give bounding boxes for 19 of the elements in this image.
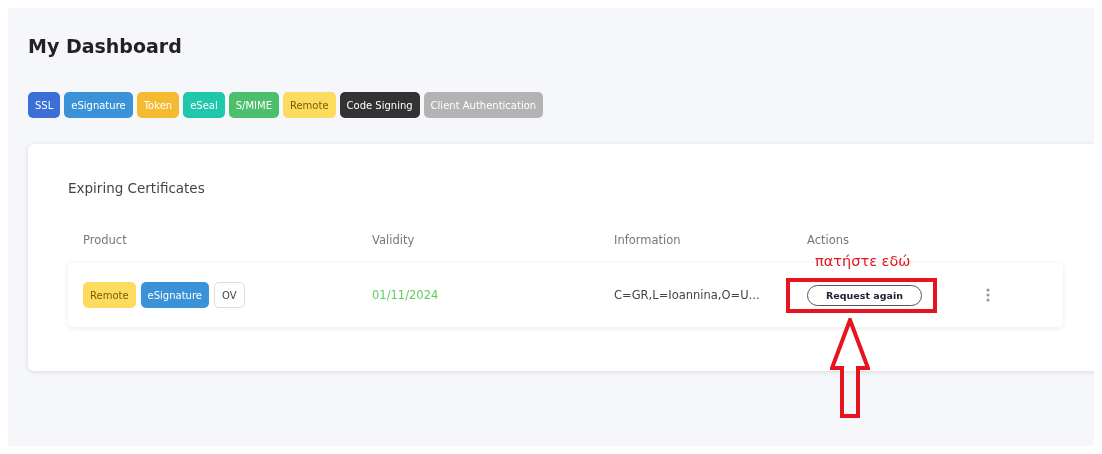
card-title: Expiring Certificates <box>68 180 205 196</box>
filter-tag[interactable]: Remote <box>282 92 336 118</box>
column-header: Validity <box>372 233 415 247</box>
filter-tag[interactable]: SSL <box>28 92 61 118</box>
request-again-button[interactable]: Request again <box>807 284 922 306</box>
filter-tag[interactable]: eSignature <box>64 92 133 118</box>
product-tag[interactable]: OV <box>214 282 245 308</box>
page-title: My Dashboard <box>28 34 183 59</box>
product-tag[interactable]: eSignature <box>140 282 209 308</box>
column-header: Actions <box>807 233 849 247</box>
column-header: Product <box>83 233 127 247</box>
annotation-label: πατήστε εδώ <box>815 253 911 269</box>
product-tag[interactable]: Remote <box>83 282 136 308</box>
validity-date: 01/11/2024 <box>372 288 439 302</box>
arrow-icon <box>830 318 870 418</box>
information-text: C=GR,L=Ioannina,O=U... <box>614 288 760 302</box>
more-options-icon[interactable] <box>985 288 990 302</box>
filter-tag[interactable]: Code Signing <box>339 92 420 118</box>
column-header: Information <box>614 233 681 247</box>
